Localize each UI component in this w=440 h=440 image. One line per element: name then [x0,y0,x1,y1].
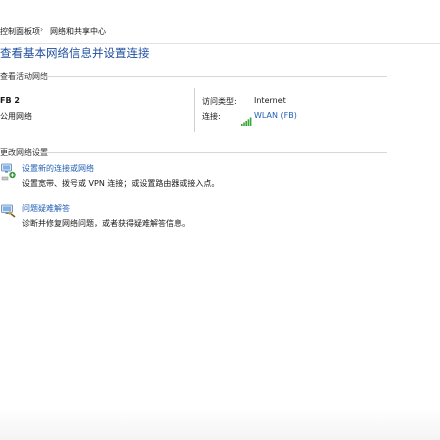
wifi-signal-icon [241,111,252,126]
window-bottom-edge [0,408,440,440]
troubleshoot-icon [1,203,17,222]
troubleshoot-description: 诊断并修复网络问题，或者获得疑难解答信息。 [22,219,190,228]
network-name: FB 2 [0,96,20,105]
new-connection-icon [1,163,17,185]
vertical-divider [194,88,195,132]
breadcrumb-separator: › [40,25,44,34]
connections-label: 连接: [202,112,221,121]
setup-new-connection-description: 设置宽带、拨号或 VPN 连接；或设置路由器或接入点。 [22,179,220,188]
setup-new-connection-link[interactable]: 设置新的连接或网络 [22,163,94,174]
group-divider [40,76,387,77]
connection-wlan-link[interactable]: WLAN (FB) [254,111,297,120]
page-title: 查看基本网络信息并设置连接 [0,46,150,60]
breadcrumb-item-control-panel-items[interactable]: 控制面板项 [0,26,40,37]
access-type-value: Internet [254,96,286,105]
network-type-link[interactable]: 公用网络 [0,111,32,122]
access-type-label: 访问类型: [202,97,237,106]
breadcrumb-item-network-sharing-center[interactable]: 网络和共享中心 [50,26,106,37]
group-divider [40,152,387,153]
breadcrumb: 控制面板项 › 网络和共享中心 [0,21,440,44]
troubleshoot-link[interactable]: 问题疑难解答 [22,203,70,214]
